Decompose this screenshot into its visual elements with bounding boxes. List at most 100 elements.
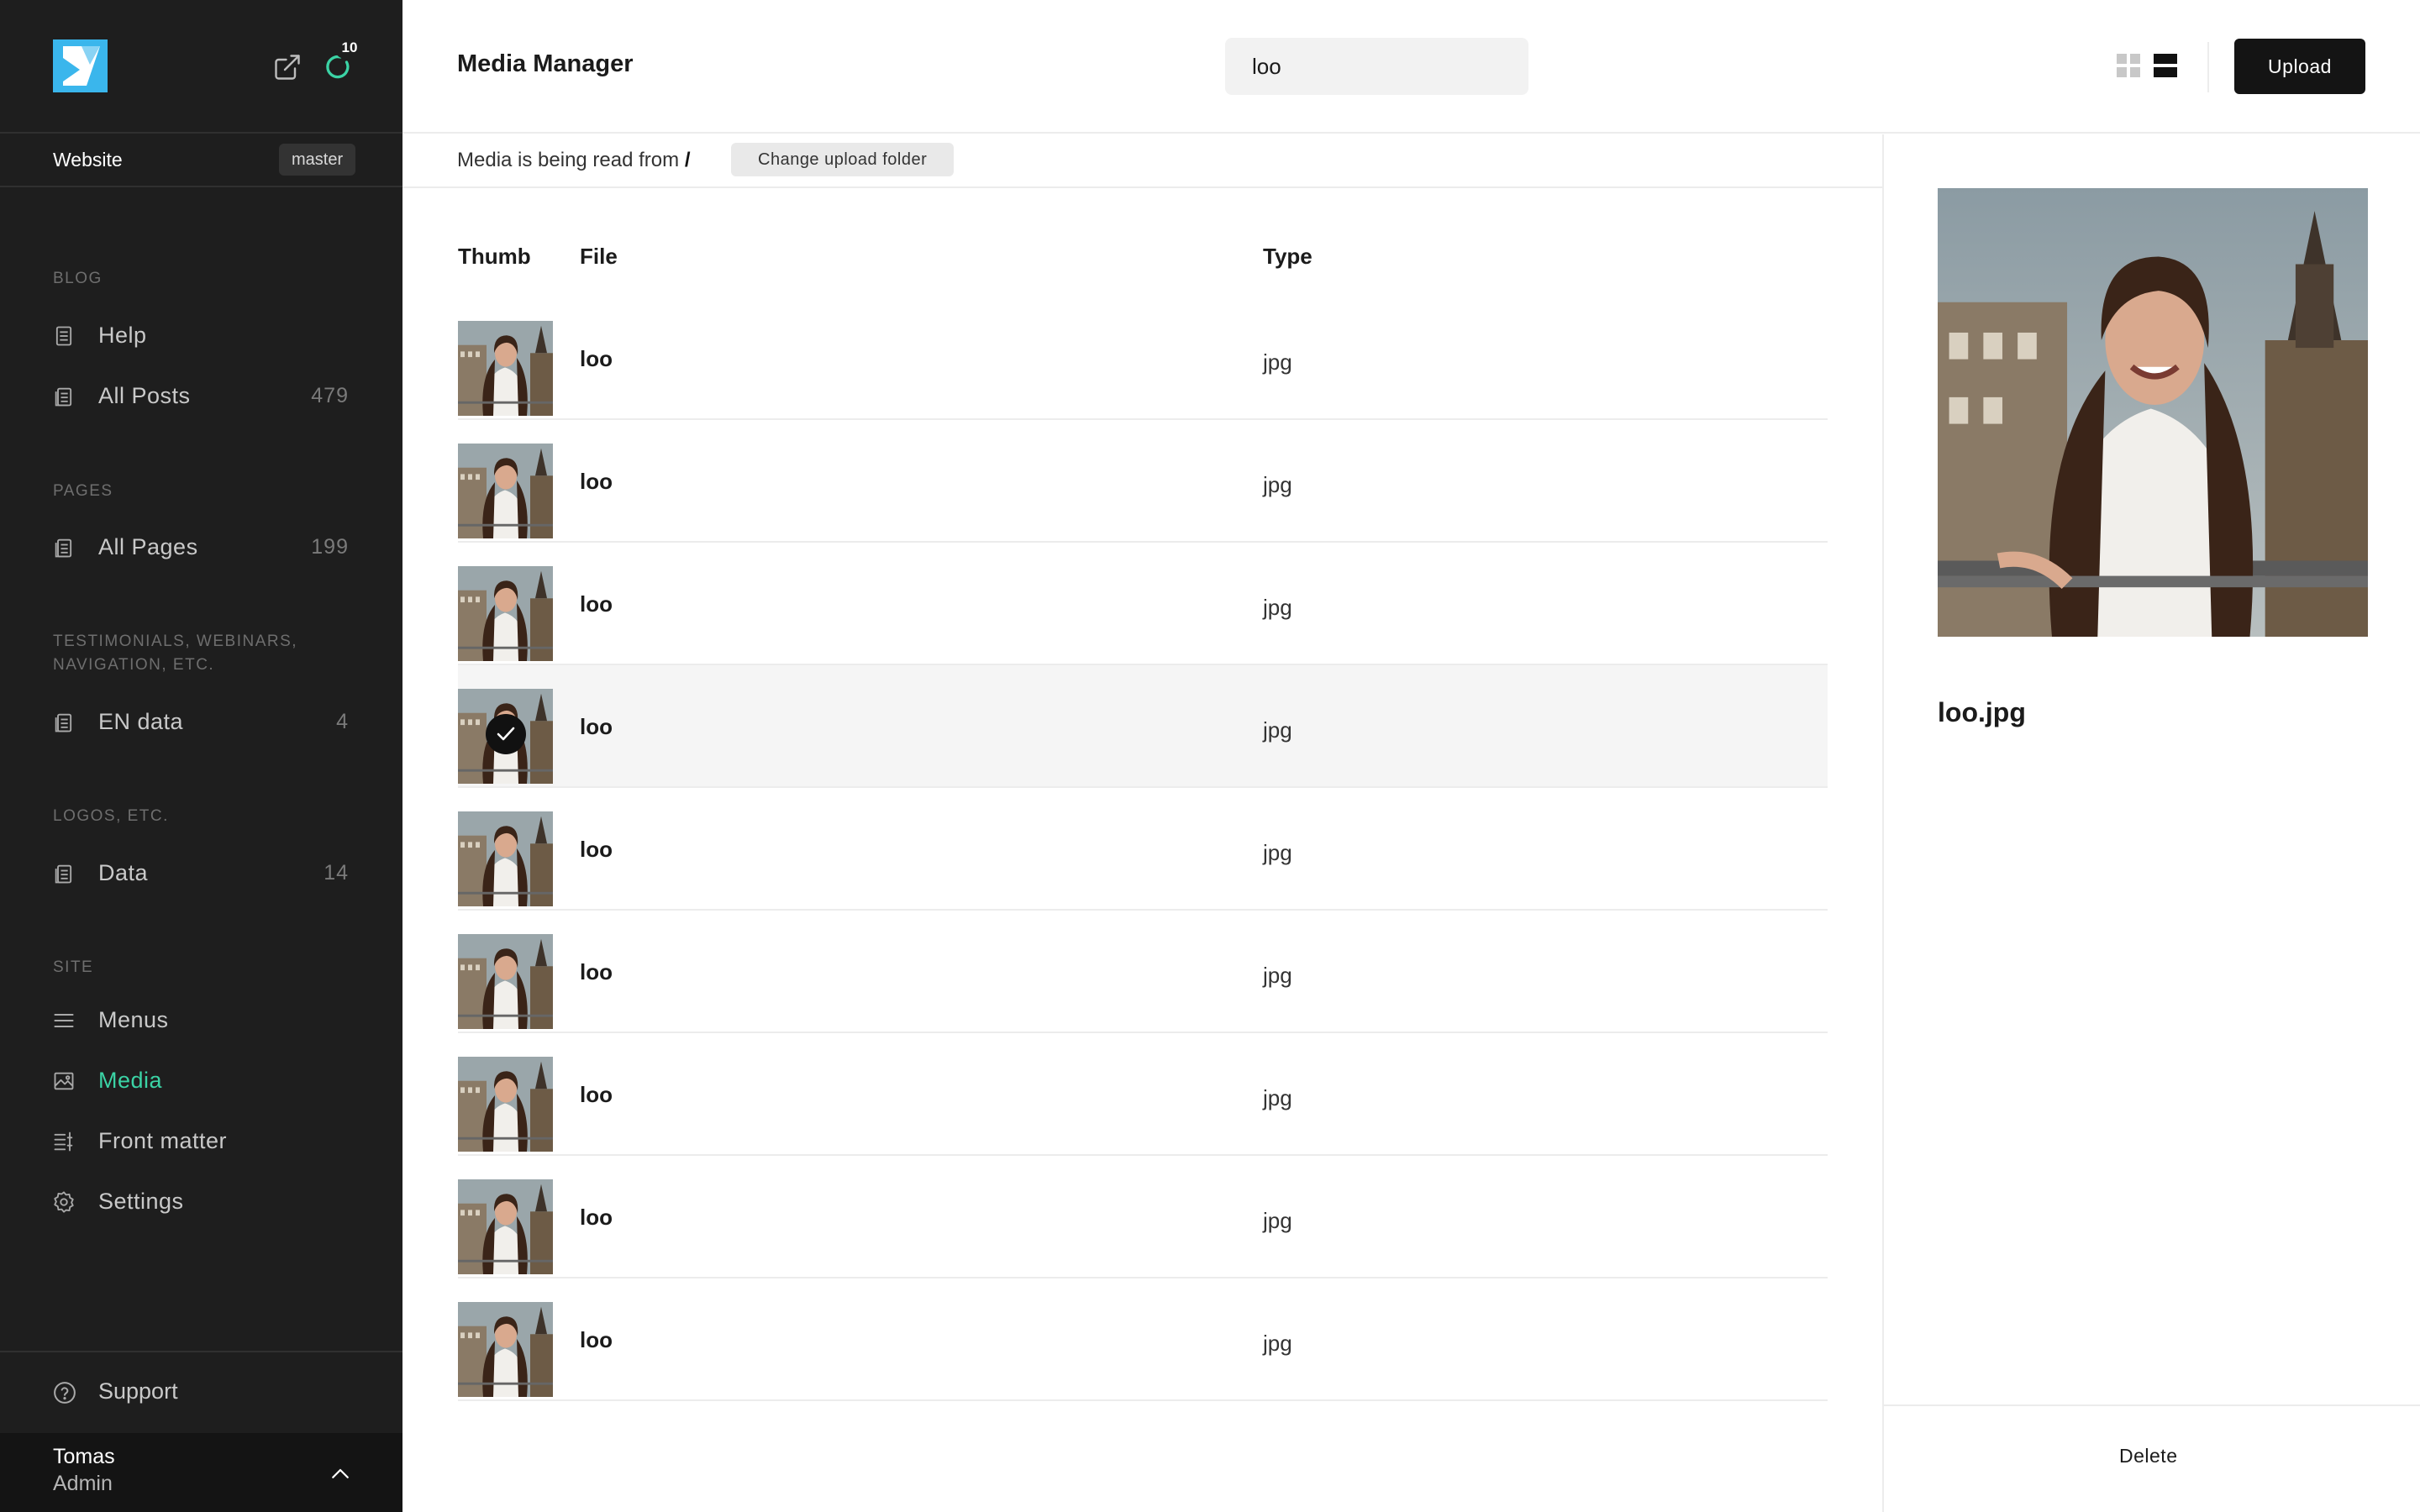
grid-view-icon[interactable] — [2117, 54, 2140, 77]
section-title-testimonials: TESTIMONIALS, WEBINARS, NAVIGATION, ETC. — [53, 633, 298, 674]
file-type: jpg — [1263, 595, 1292, 620]
thumbnail-image[interactable] — [458, 566, 553, 661]
section-title-blog: BLOG — [53, 270, 103, 287]
thumbnail-image[interactable] — [458, 1179, 553, 1274]
thumbnail-image[interactable] — [458, 444, 553, 538]
sidebar-item-help[interactable]: Help — [0, 311, 402, 360]
file-type: jpg — [1263, 1208, 1292, 1233]
table-row[interactable]: loo jpg — [458, 420, 1828, 543]
column-header-file: File — [580, 244, 618, 269]
sliders-icon — [52, 1130, 76, 1153]
table-row[interactable]: loo jpg — [458, 1156, 1828, 1278]
sidebar-header: 10 — [0, 0, 402, 134]
header-divider — [2207, 42, 2209, 92]
top-bar: Media Manager Upload — [402, 0, 2420, 134]
image-icon — [52, 1069, 76, 1093]
thumbnail-image[interactable] — [458, 811, 553, 906]
thumbnail-image[interactable] — [458, 934, 553, 1029]
table-row[interactable]: loo jpg — [458, 1033, 1828, 1156]
sidebar-item-all-posts[interactable]: All Posts 479 — [0, 371, 402, 420]
user-role: Admin — [53, 1472, 113, 1495]
change-upload-folder-button[interactable]: Change upload folder — [731, 143, 955, 176]
delete-button[interactable]: Delete — [2119, 1445, 2177, 1467]
sidebar-item-all-pages[interactable]: All Pages 199 — [0, 522, 402, 571]
search-input[interactable] — [1225, 38, 1528, 95]
documents-icon — [52, 862, 76, 885]
thumbnail-image[interactable] — [458, 321, 553, 416]
branch-badge[interactable]: master — [279, 144, 356, 176]
user-name: Tomas — [53, 1445, 115, 1468]
documents-icon — [52, 711, 76, 734]
table-row[interactable]: loo jpg — [458, 543, 1828, 665]
item-count: 4 — [336, 709, 349, 733]
file-type: jpg — [1263, 349, 1292, 375]
table-row[interactable]: loo jpg — [458, 1278, 1828, 1401]
sidebar-item-label: Front matter — [98, 1127, 228, 1153]
details-footer: Delete — [1884, 1404, 2420, 1512]
item-count: 479 — [311, 383, 349, 407]
column-header-thumb: Thumb — [458, 244, 531, 269]
media-rows: loo jpg loo jpg loo jpg loo jpg loo jpg loo jpg loo j… — [458, 297, 1828, 1401]
sidebar: 10 Website master BLOG Help All Posts 47… — [0, 0, 402, 1512]
file-name: loo — [580, 591, 613, 617]
sidebar-item-label: Help — [98, 322, 147, 348]
file-type: jpg — [1263, 472, 1292, 497]
table-row[interactable]: loo jpg — [458, 788, 1828, 911]
support-link[interactable]: Support — [0, 1368, 402, 1416]
sidebar-item-label: Data — [98, 859, 149, 885]
item-count: 14 — [324, 860, 349, 885]
sidebar-item-label: Menus — [98, 1006, 169, 1032]
sidebar-divider — [0, 1351, 402, 1352]
upload-button[interactable]: Upload — [2234, 39, 2365, 94]
chevron-up-icon[interactable] — [328, 1462, 353, 1487]
site-name: Website — [53, 149, 123, 171]
section-title-pages: PAGES — [53, 482, 113, 500]
file-details-panel: loo.jpg Delete — [1882, 134, 2420, 1512]
file-name: loo — [580, 837, 613, 862]
file-name: loo — [580, 469, 613, 494]
image-preview — [1938, 188, 2368, 637]
sidebar-item-en-data[interactable]: EN data 4 — [0, 697, 402, 746]
file-name: loo — [580, 1205, 613, 1230]
table-row[interactable]: loo jpg — [458, 665, 1828, 788]
support-label: Support — [98, 1378, 178, 1404]
file-type: jpg — [1263, 1085, 1292, 1110]
file-type: jpg — [1263, 1331, 1292, 1356]
table-row[interactable]: loo jpg — [458, 297, 1828, 420]
selected-file-name: loo.jpg — [1938, 697, 2026, 727]
section-title-site: SITE — [53, 958, 94, 976]
sync-count-badge: 10 — [334, 37, 365, 59]
upload-path-bar: Media is being read from / Change upload… — [402, 134, 1882, 188]
sidebar-item-label: EN data — [98, 708, 184, 734]
user-menu[interactable]: Tomas Admin — [0, 1433, 402, 1512]
current-path: / — [684, 149, 691, 171]
path-info: Media is being read from / — [457, 149, 690, 172]
sidebar-item-menus[interactable]: Menus — [0, 995, 402, 1044]
list-view-icon[interactable] — [2154, 54, 2177, 77]
file-name: loo — [580, 346, 613, 371]
sidebar-item-front-matter[interactable]: Front matter — [0, 1116, 402, 1165]
help-circle-icon — [52, 1380, 77, 1405]
document-icon — [52, 324, 76, 348]
menu-icon — [52, 1009, 76, 1032]
sidebar-item-label: All Posts — [98, 382, 191, 408]
thumbnail-image[interactable] — [458, 689, 553, 784]
file-type: jpg — [1263, 840, 1292, 865]
sidebar-item-settings[interactable]: Settings — [0, 1177, 402, 1226]
path-prefix: Media is being read from — [457, 149, 680, 171]
app-logo[interactable] — [53, 39, 108, 92]
sidebar-item-label: All Pages — [98, 533, 198, 559]
table-row[interactable]: loo jpg — [458, 911, 1828, 1033]
file-type: jpg — [1263, 717, 1292, 743]
thumbnail-image[interactable] — [458, 1302, 553, 1397]
checkmark-icon[interactable] — [486, 714, 526, 754]
gear-icon — [52, 1190, 76, 1214]
file-name: loo — [580, 714, 613, 739]
column-header-type: Type — [1263, 244, 1313, 269]
sidebar-item-media[interactable]: Media — [0, 1056, 402, 1105]
thumbnail-image[interactable] — [458, 1057, 553, 1152]
file-name: loo — [580, 1082, 613, 1107]
sidebar-item-data[interactable]: Data 14 — [0, 848, 402, 897]
sidebar-item-label: Media — [98, 1067, 163, 1093]
external-link-icon[interactable] — [272, 52, 302, 82]
